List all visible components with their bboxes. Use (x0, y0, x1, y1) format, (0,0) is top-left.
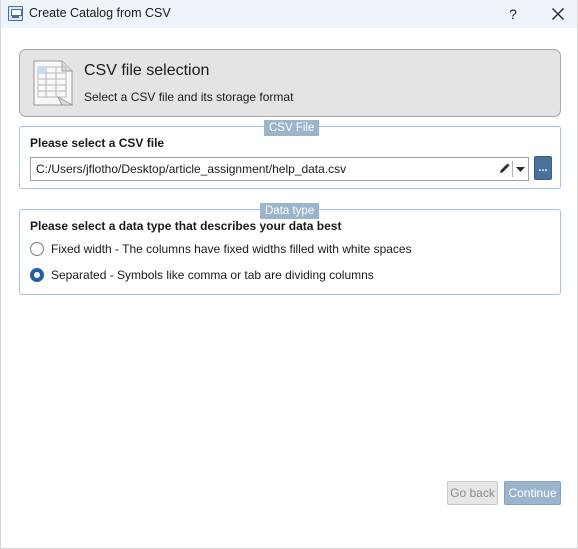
radio-separated-button[interactable] (30, 268, 44, 282)
radio-fixed-width-label[interactable]: Fixed width - The columns have fixed wid… (51, 242, 412, 256)
header-title: CSV file selection (84, 62, 210, 79)
dialog-window: Create Catalog from CSV ? CSV file selec… (0, 0, 578, 549)
csv-path-combobox[interactable]: C:/Users/jflotho/Desktop/article_assignm… (30, 157, 529, 181)
radio-fixed-width-button[interactable] (30, 242, 44, 256)
browse-button[interactable]: ... (534, 156, 552, 180)
combo-separator (512, 161, 513, 177)
catalog-app-icon (8, 6, 23, 21)
pencil-icon[interactable] (499, 163, 510, 174)
chevron-down-icon[interactable] (516, 167, 525, 172)
close-button[interactable] (541, 3, 573, 25)
title-bar[interactable]: Create Catalog from CSV ? (1, 0, 577, 28)
data-type-group: Data type Please select a data type that… (19, 203, 561, 295)
wizard-header-panel: CSV file selection Select a CSV file and… (19, 49, 561, 117)
help-button[interactable]: ? (500, 3, 526, 25)
header-subtitle: Select a CSV file and its storage format (84, 90, 294, 104)
csv-file-heading: Please select a CSV file (30, 136, 165, 150)
csv-path-value[interactable]: C:/Users/jflotho/Desktop/article_assignm… (36, 162, 346, 176)
csv-file-group: CSV File Please select a CSV file C:/Use… (19, 120, 561, 189)
go-back-button[interactable]: Go back (447, 481, 498, 505)
radio-separated[interactable]: Separated - Symbols like comma or tab ar… (30, 266, 390, 284)
continue-button[interactable]: Continue (504, 481, 561, 505)
data-type-heading: Please select a data type that describes… (30, 219, 342, 233)
spreadsheet-icon (33, 60, 74, 106)
close-icon (552, 8, 564, 20)
data-type-group-tag: Data type (260, 203, 320, 219)
csv-file-group-tag: CSV File (264, 120, 320, 136)
window-title: Create Catalog from CSV (29, 6, 171, 20)
radio-separated-label[interactable]: Separated - Symbols like comma or tab ar… (51, 268, 374, 282)
radio-fixed-width[interactable]: Fixed width - The columns have fixed wid… (30, 240, 430, 258)
